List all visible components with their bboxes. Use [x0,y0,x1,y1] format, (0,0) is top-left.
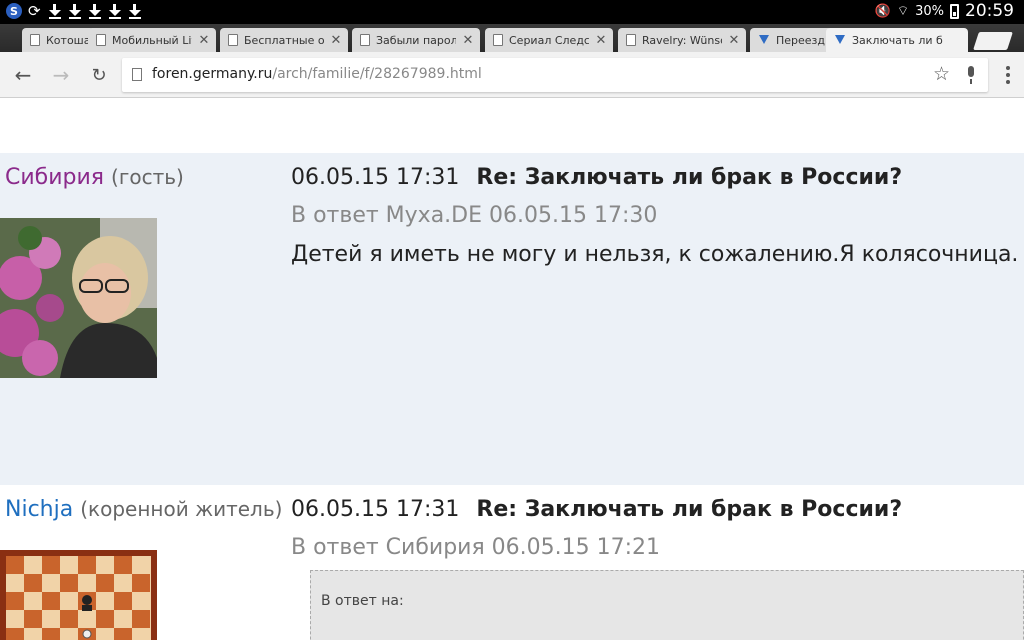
post-date: 06.05.15 17:31 [291,165,460,190]
browser-toolbar: ← → ↻ foren.germany.ru/arch/familie/f/28… [0,52,1024,98]
page-icon [626,34,636,46]
download-icon [68,3,82,19]
post-subject-link[interactable]: Re: Заключать ли брак в России? [476,497,902,522]
status-bar: S ⟳ 🔇 ⌔ 30% 20:59 [0,0,1024,22]
bookmark-star-icon[interactable]: ☆ [933,63,950,85]
reload-icon: ↻ [91,64,107,86]
notification-icons: S ⟳ [6,0,142,22]
tab-title: Сериал Следств [509,33,589,47]
avatar[interactable] [0,550,157,640]
quote-label: В ответ на: [321,593,404,609]
tab-title: Заключать ли б [852,33,943,47]
tab-title: Забыли пароль [376,33,456,47]
forum-post: Nichja (коренной житель) 06.05.15 17:31 … [0,485,1024,640]
tab-title: Переезд [776,33,826,47]
quote-block: В ответ на: [310,570,1024,640]
tab-7-active[interactable]: Заключать ли б [826,28,968,52]
battery-icon [950,3,959,19]
tab-4[interactable]: Сериал Следств ✕ [485,28,613,52]
avatar[interactable] [0,218,157,378]
forward-button[interactable]: → [48,62,74,88]
post-header: 06.05.15 17:31 Re: Заключать ли брак в Р… [291,165,902,190]
page-icon [132,68,142,81]
author-name-link[interactable]: Nichja [5,497,73,522]
author-status: (коренной житель) [80,497,283,521]
download-icon [108,3,122,19]
tab-title: Котоша [46,33,88,47]
author-name-link[interactable]: Сибирия [5,165,104,190]
download-icon [88,3,102,19]
close-icon[interactable]: ✕ [462,33,474,48]
post-subject-link[interactable]: Re: Заключать ли брак в России? [476,165,902,190]
page-icon [228,34,238,46]
url-path: /arch/familie/f/28267989.html [272,66,482,82]
page-icon [30,34,40,46]
close-icon[interactable]: ✕ [595,33,607,48]
url-host: foren.germany.ru [152,66,273,82]
page-icon [96,34,106,46]
back-button[interactable]: ← [10,62,36,88]
post-body: Детей я иметь не могу и нельзя, к сожале… [291,242,1019,267]
page-content: Сибирия (гость) 06.05.15 17:31 Re: Заклю… [0,98,1024,640]
reload-button[interactable]: ↻ [86,62,112,88]
forum-icon [834,34,846,46]
author-status: (гость) [111,165,184,189]
arrow-right-icon: → [52,63,70,87]
tab-strip: Котоша Мобильный Live ✕ Бесплатные он ✕ … [0,22,1024,52]
tab-1[interactable]: Мобильный Live ✕ [88,28,216,52]
url-text[interactable]: foren.germany.ru/arch/familie/f/28267989… [152,66,482,82]
tab-3[interactable]: Забыли пароль ✕ [352,28,480,52]
post-date: 06.05.15 17:31 [291,497,460,522]
reply-to-line[interactable]: В ответ Муха.DE 06.05.15 17:30 [291,203,657,228]
system-icons: 🔇 ⌔ 30% 20:59 [875,0,1014,22]
post-author: Nichja (коренной житель) [5,497,282,522]
new-tab-button[interactable] [973,32,1013,50]
close-icon[interactable]: ✕ [330,33,342,48]
post-author: Сибирия (гость) [5,165,184,190]
wifi-icon: ⌔ [896,4,910,19]
reply-to-line[interactable]: В ответ Сибирия 06.05.15 17:21 [291,535,660,560]
forum-post: Сибирия (гость) 06.05.15 17:31 Re: Заклю… [0,153,1024,485]
page-icon [493,34,503,46]
close-icon[interactable]: ✕ [198,33,210,48]
post-header: 06.05.15 17:31 Re: Заключать ли брак в Р… [291,497,902,522]
mute-icon: 🔇 [874,3,891,19]
tab-title: Ravelry: Wünsch [642,33,722,47]
microphone-icon[interactable] [966,66,976,84]
tab-title: Мобильный Live [112,33,192,47]
download-icon [48,3,62,19]
app-s-icon: S [6,3,22,19]
tab-6[interactable]: Переезд [750,28,832,52]
overflow-menu-icon[interactable] [1006,66,1010,84]
tab-0[interactable]: Котоша [22,28,94,52]
forum-icon [758,34,770,46]
close-icon[interactable]: ✕ [728,33,740,48]
tab-2[interactable]: Бесплатные он ✕ [220,28,348,52]
download-icon [128,3,142,19]
address-bar[interactable]: foren.germany.ru/arch/familie/f/28267989… [122,58,988,92]
clock: 20:59 [965,1,1014,21]
tab-title: Бесплатные он [244,33,324,47]
sync-icon: ⟳ [28,2,41,20]
tab-5[interactable]: Ravelry: Wünsch ✕ [618,28,746,52]
arrow-left-icon: ← [14,63,32,87]
page-icon [360,34,370,46]
battery-percent: 30% [915,3,944,19]
